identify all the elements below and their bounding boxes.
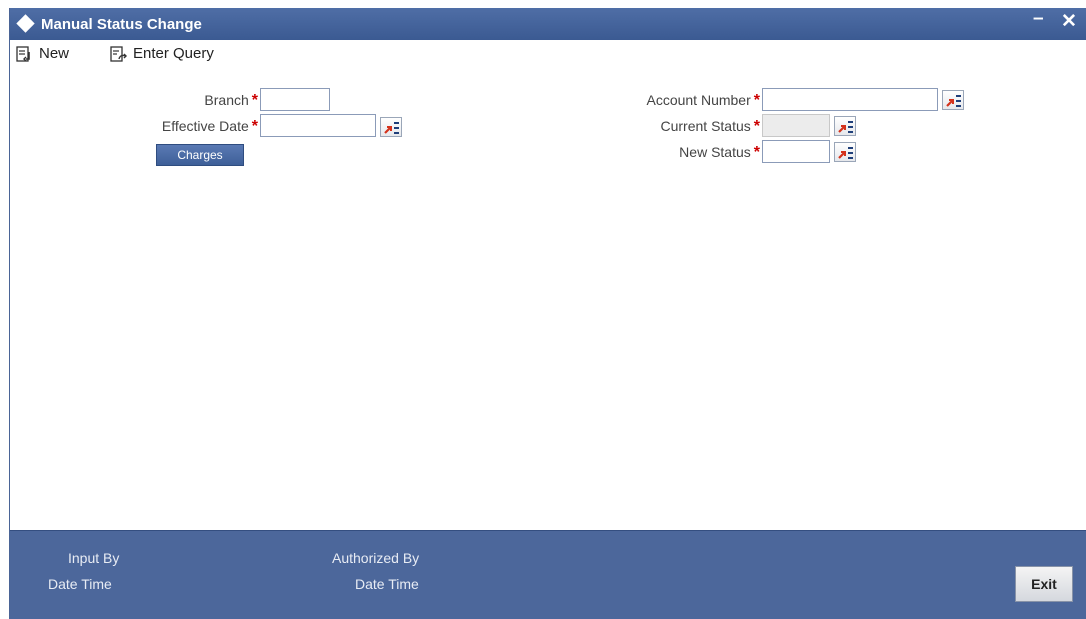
required-mark: *: [753, 92, 760, 109]
toolbar: New Enter Query: [10, 41, 1086, 67]
enter-query-button[interactable]: Enter Query: [110, 45, 214, 62]
current-status-label-text: Current Status: [660, 118, 751, 134]
new-status-label: New Status *: [590, 144, 760, 162]
current-status-label: Current Status *: [590, 118, 761, 136]
date-time-label: Date Time: [48, 576, 112, 592]
input-by-label: Input By: [68, 550, 120, 566]
current-status-field: [762, 114, 830, 137]
lov-icon: [384, 122, 399, 134]
window-title: Manual Status Change: [41, 16, 202, 33]
effective-date-label: Effective Date *: [110, 118, 258, 136]
enter-query-label: Enter Query: [133, 45, 214, 62]
required-mark: *: [753, 118, 760, 135]
new-status-lov-button[interactable]: [834, 142, 856, 162]
audit-footer: Input By Date Time Authorized By Date Ti…: [10, 530, 1086, 619]
lov-icon: [838, 121, 853, 133]
minimize-button[interactable]: –: [1033, 8, 1044, 30]
close-button[interactable]: ✕: [1061, 10, 1077, 33]
branch-label: Branch *: [130, 92, 258, 110]
exit-button[interactable]: Exit: [1015, 566, 1073, 602]
effective-date-lov-button[interactable]: [380, 117, 402, 137]
account-number-label: Account Number *: [590, 92, 760, 110]
manual-status-change-window: Manual Status Change – ✕ New Enter Query: [9, 8, 1086, 619]
new-status-label-text: New Status: [679, 144, 751, 160]
account-number-lov-button[interactable]: [942, 90, 964, 110]
authorized-by-label: Authorized By: [332, 550, 420, 566]
lov-icon: [946, 95, 961, 107]
required-mark: *: [251, 118, 258, 135]
effective-date-field[interactable]: [260, 114, 376, 137]
account-number-field[interactable]: [762, 88, 938, 111]
lov-icon: [838, 147, 853, 159]
new-label: New: [39, 45, 70, 62]
branch-label-text: Branch: [204, 92, 249, 108]
enter-query-icon: [110, 45, 127, 62]
account-number-label-text: Account Number: [646, 92, 751, 108]
new-document-icon: [16, 45, 30, 62]
branch-field[interactable]: [260, 88, 330, 111]
effective-date-label-text: Effective Date: [161, 118, 249, 134]
authorized-date-time-label: Date Time: [355, 576, 419, 592]
charges-button[interactable]: Charges: [156, 144, 244, 166]
new-button[interactable]: New: [16, 45, 69, 62]
required-mark: *: [753, 144, 760, 161]
new-status-field[interactable]: [762, 140, 830, 163]
current-status-lov-button[interactable]: [834, 116, 856, 136]
required-mark: *: [251, 92, 258, 109]
diamond-icon: [16, 14, 35, 33]
title-bar: Manual Status Change – ✕: [10, 8, 1086, 40]
